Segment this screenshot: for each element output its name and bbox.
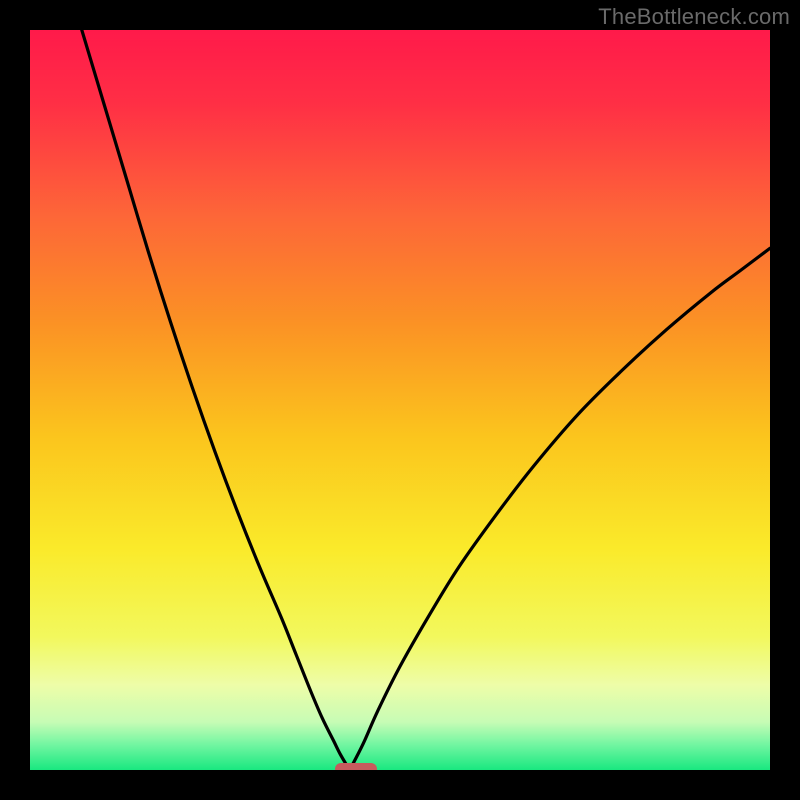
minimum-marker [335, 763, 377, 770]
chart-svg [30, 30, 770, 770]
gradient-background [30, 30, 770, 770]
plot-area [30, 30, 770, 770]
watermark-text: TheBottleneck.com [598, 4, 790, 30]
chart-frame: TheBottleneck.com [0, 0, 800, 800]
